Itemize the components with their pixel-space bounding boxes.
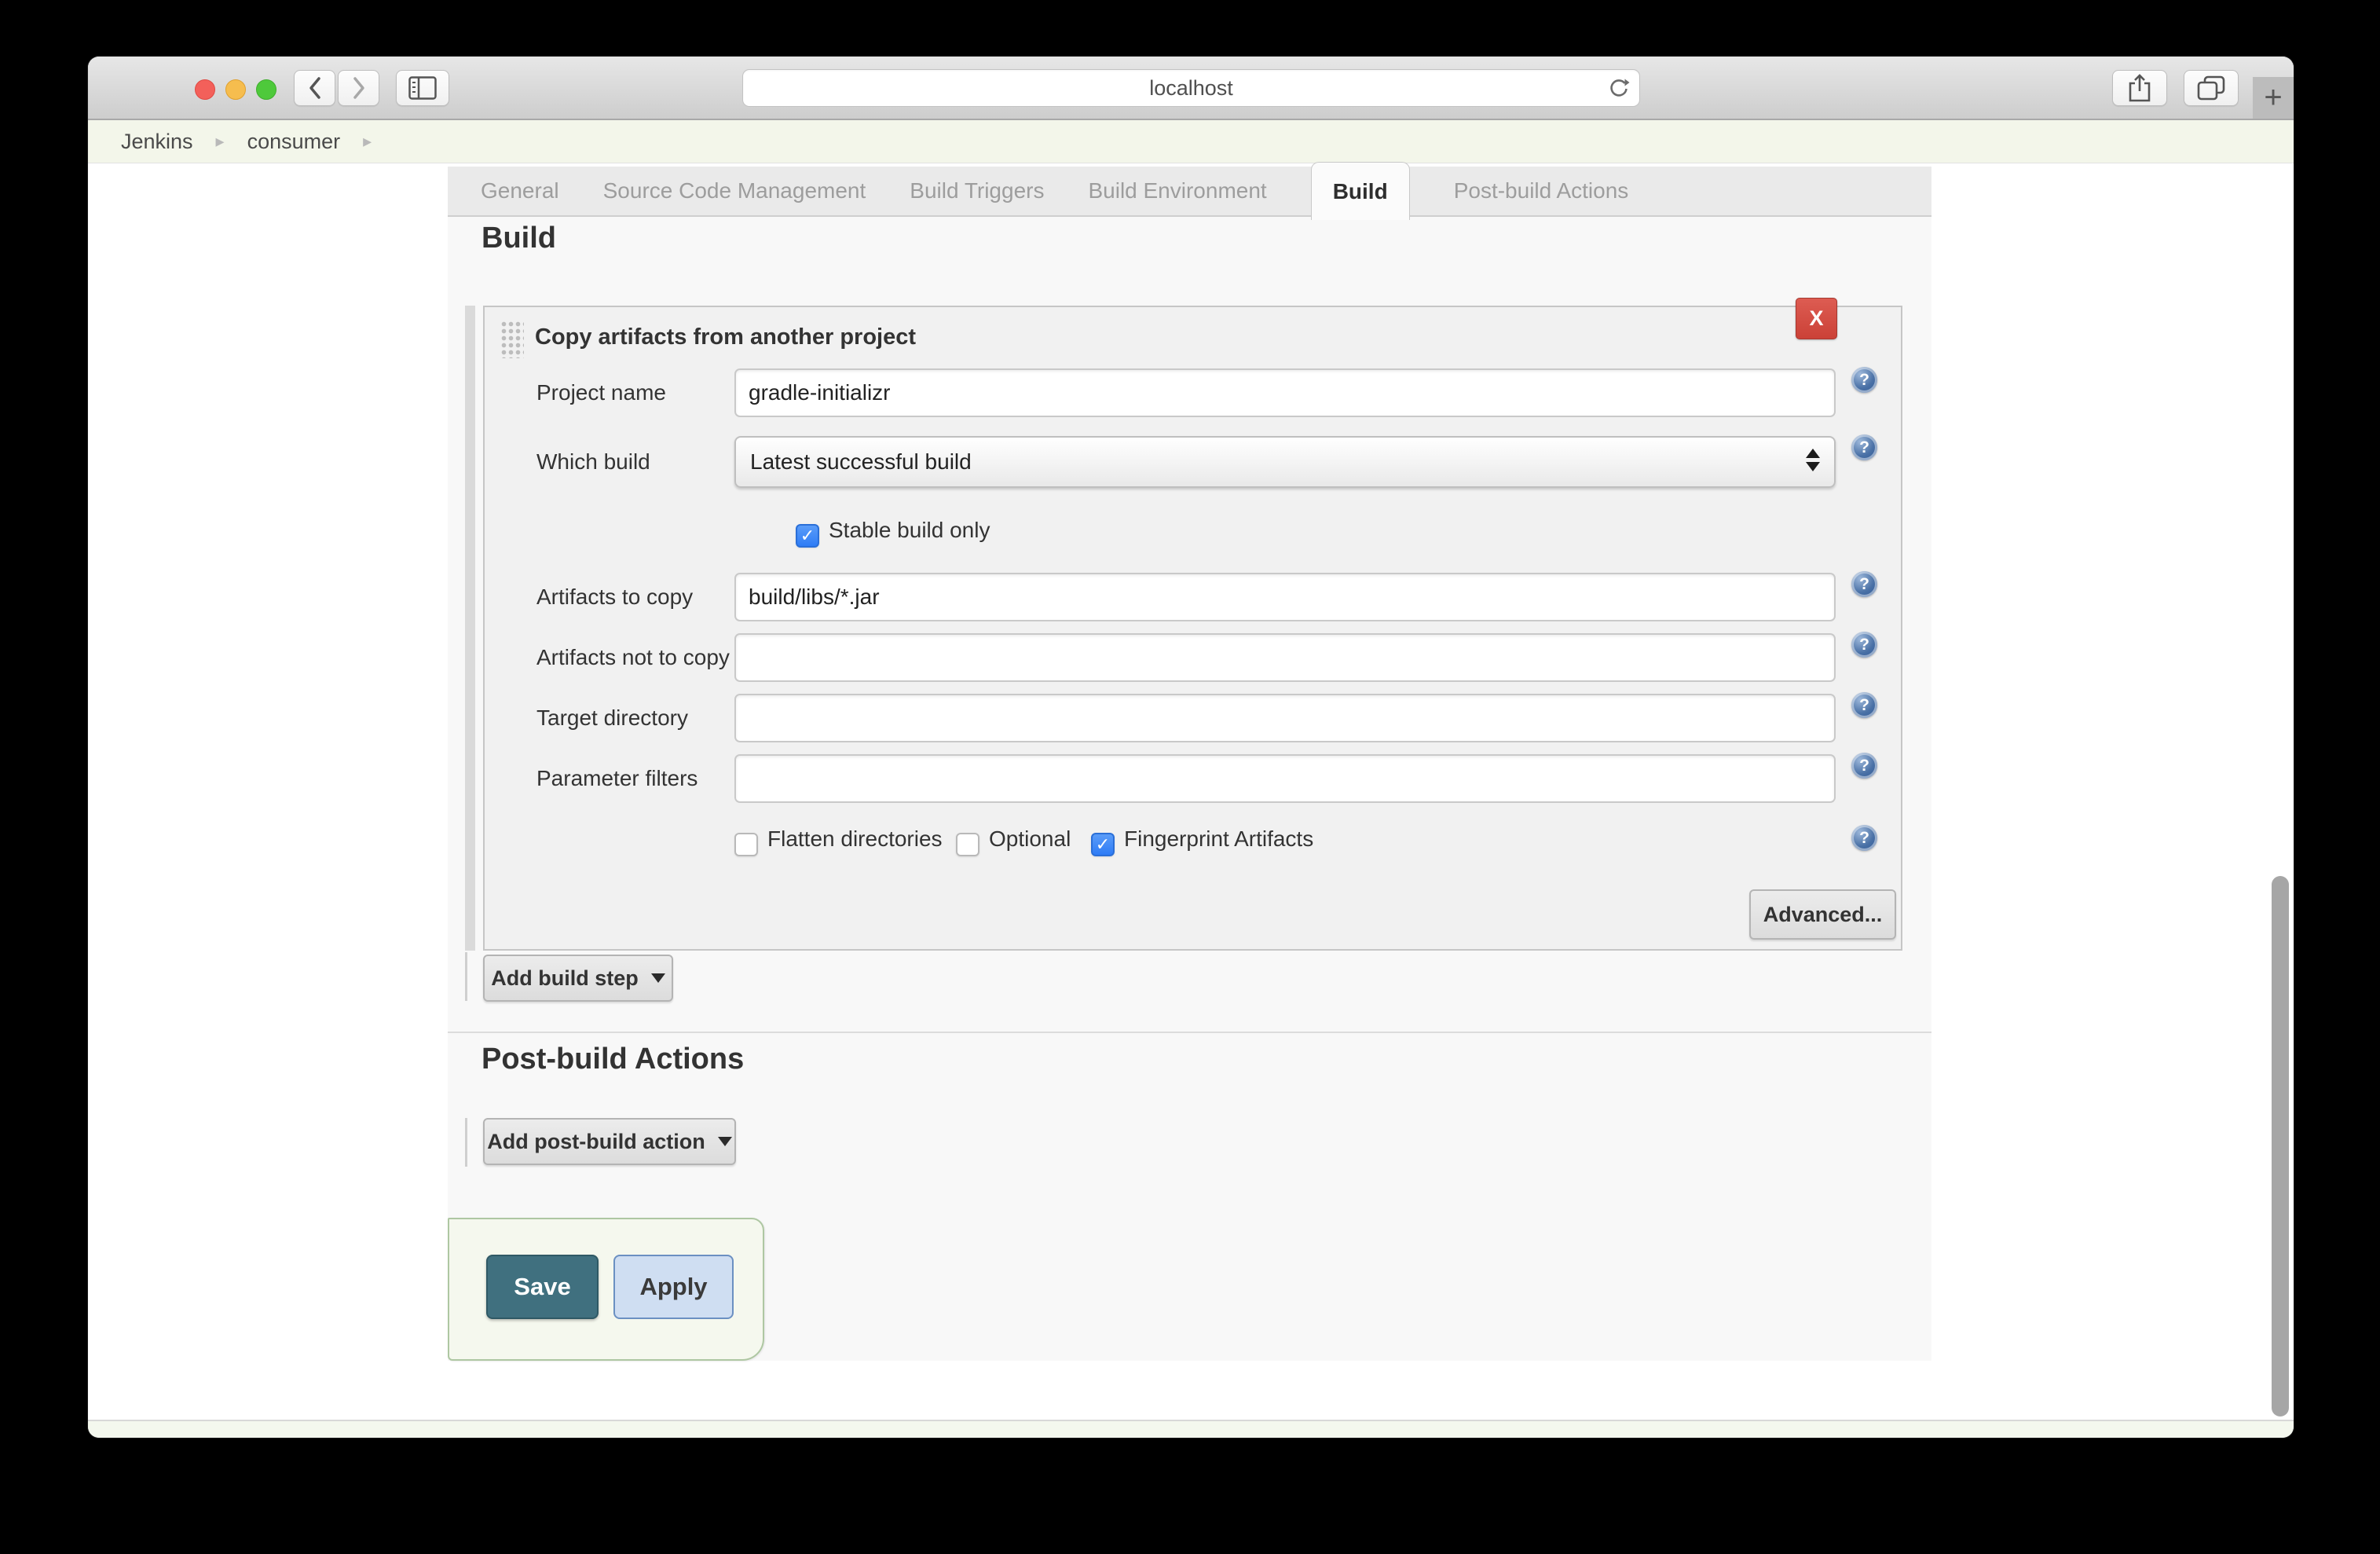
help-button-artifacts-to-copy[interactable]: ? (1851, 571, 1877, 597)
tab-source-code-management[interactable]: Source Code Management (603, 178, 866, 203)
scrollbar-thumb[interactable] (2272, 876, 2289, 1417)
section-left-bar (465, 306, 475, 951)
breadcrumb: Jenkins ▸ consumer ▸ (88, 120, 2294, 163)
address-bar[interactable]: localhost (742, 69, 1640, 107)
new-tab-button[interactable]: + (2253, 77, 2294, 119)
reload-button[interactable] (1606, 76, 1631, 101)
chevron-right-icon: ▸ (363, 131, 372, 151)
breadcrumb-item-consumer[interactable]: consumer (247, 130, 341, 154)
config-tabbar: General Source Code Management Build Tri… (448, 162, 1931, 220)
section-divider (448, 1032, 1931, 1033)
reload-icon (1610, 79, 1630, 97)
add-postbuild-action-label: Add post-build action (487, 1129, 705, 1153)
stable-build-only-checkbox[interactable]: ✓ (796, 524, 819, 548)
flatten-directories-label: Flatten directories (767, 826, 943, 851)
help-button-artifacts-not-to-copy[interactable]: ? (1851, 632, 1877, 658)
build-heading: Build (481, 222, 556, 255)
share-icon (2129, 74, 2151, 102)
artifacts-to-copy-label: Artifacts to copy (536, 585, 694, 609)
flatten-directories-checkbox[interactable]: ✓ (734, 833, 758, 856)
tabs-overview-button[interactable] (2184, 70, 2239, 106)
build-step-title: Copy artifacts from another project (535, 324, 917, 350)
artifacts-to-copy-input[interactable] (734, 573, 1836, 621)
plus-icon: + (2264, 80, 2283, 115)
optional-checkbox[interactable]: ✓ (956, 833, 979, 856)
delete-build-step-button[interactable]: X (1796, 298, 1837, 339)
chevron-left-icon (309, 77, 320, 99)
close-button[interactable] (195, 79, 215, 100)
which-build-value: Latest successful build (750, 449, 972, 474)
tabs-icon (2197, 75, 2225, 101)
advanced-button-label: Advanced... (1763, 902, 1883, 926)
section-left-line (465, 1118, 467, 1167)
build-config-body: Build Copy artifacts from another projec… (448, 217, 1931, 1361)
chevron-right-icon (353, 77, 364, 99)
apply-button[interactable]: Apply (613, 1255, 734, 1319)
zoom-button[interactable] (256, 79, 276, 100)
help-button-options[interactable]: ? (1851, 825, 1877, 851)
help-button-project-name[interactable]: ? (1851, 367, 1877, 393)
sidebar-icon (408, 76, 437, 100)
check-icon: ✓ (961, 834, 975, 855)
browser-toolbar: localhost + (88, 57, 2294, 120)
chevron-right-icon: ▸ (215, 131, 225, 151)
page-content: General Source Code Management Build Tri… (88, 162, 2294, 1420)
postbuild-heading: Post-build Actions (481, 1043, 745, 1076)
caret-down-icon (650, 973, 665, 983)
advanced-button[interactable]: Advanced... (1749, 889, 1896, 940)
check-icon: ✓ (1095, 834, 1111, 854)
stable-build-only-label: Stable build only (829, 518, 990, 542)
section-left-line (465, 952, 467, 1001)
add-build-step-button[interactable]: Add build step (483, 955, 673, 1002)
add-build-step-label: Add build step (491, 966, 639, 990)
config-form: General Source Code Management Build Tri… (448, 162, 1931, 1361)
which-build-select[interactable]: Latest successful build (734, 436, 1836, 488)
tab-general[interactable]: General (481, 178, 559, 203)
fingerprint-artifacts-label: Fingerprint Artifacts (1124, 826, 1314, 851)
target-directory-label: Target directory (536, 706, 688, 730)
tab-post-build-actions[interactable]: Post-build Actions (1454, 178, 1629, 203)
breadcrumb-item-jenkins[interactable]: Jenkins (121, 130, 193, 154)
check-icon: ✓ (800, 526, 815, 545)
caret-down-icon (717, 1137, 732, 1146)
parameter-filters-input[interactable] (734, 754, 1836, 803)
url-text: localhost (1149, 75, 1233, 100)
share-button[interactable] (2112, 70, 2167, 106)
check-icon: ✓ (739, 834, 753, 855)
help-button-target-directory[interactable]: ? (1851, 692, 1877, 718)
back-button[interactable] (294, 70, 335, 106)
artifacts-not-to-copy-input[interactable] (734, 633, 1836, 682)
tab-build-triggers[interactable]: Build Triggers (910, 178, 1044, 203)
project-name-label: Project name (536, 380, 666, 405)
optional-label: Optional (989, 826, 1071, 851)
save-button[interactable]: Save (486, 1255, 599, 1319)
sidebar-toggle-button[interactable] (396, 70, 449, 106)
project-name-input[interactable] (734, 368, 1836, 417)
artifacts-not-to-copy-label: Artifacts not to copy (536, 645, 730, 669)
select-stepper-icon (1806, 449, 1820, 471)
window-footer (88, 1420, 2294, 1438)
which-build-label: Which build (536, 449, 650, 474)
fingerprint-artifacts-checkbox[interactable]: ✓ (1091, 833, 1115, 856)
tab-build-environment[interactable]: Build Environment (1088, 178, 1266, 203)
forward-button[interactable] (338, 70, 379, 106)
build-step-card: Copy artifacts from another project X Pr… (483, 298, 1902, 951)
parameter-filters-label: Parameter filters (536, 766, 698, 790)
browser-window: localhost + Jenkins ▸ consumer ▸ General… (88, 57, 2294, 1438)
add-postbuild-action-button[interactable]: Add post-build action (483, 1118, 736, 1165)
help-button-which-build[interactable]: ? (1851, 434, 1877, 460)
save-panel: Save Apply (448, 1218, 764, 1361)
drag-handle-icon[interactable] (500, 321, 524, 358)
help-button-parameter-filters[interactable]: ? (1851, 753, 1877, 779)
tab-build[interactable]: Build (1310, 162, 1410, 220)
minimize-button[interactable] (225, 79, 246, 100)
target-directory-input[interactable] (734, 694, 1836, 742)
